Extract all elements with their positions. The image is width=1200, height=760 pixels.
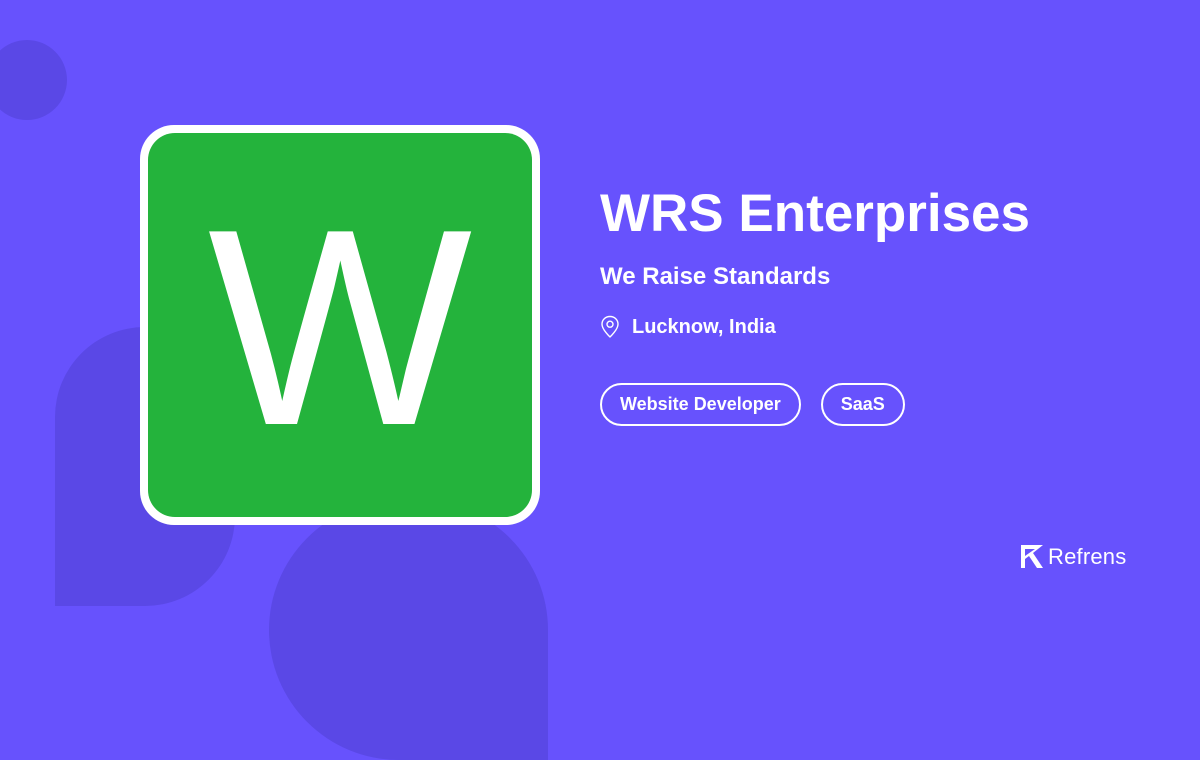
decorative-circle (0, 40, 67, 120)
decorative-blob-shape (269, 500, 548, 760)
brand-name: Refrens (1048, 544, 1127, 569)
location-text: Lucknow, India (632, 316, 776, 338)
refrens-brand[interactable]: Refrens (1020, 544, 1126, 570)
company-logo-letter: W (207, 172, 473, 484)
company-location: Lucknow, India (600, 313, 1160, 341)
company-tagline: We Raise Standards (600, 263, 831, 290)
company-logo: W (148, 133, 532, 517)
refrens-logo-icon (1020, 544, 1044, 570)
tag-website-developer[interactable]: Website Developer (600, 383, 801, 426)
company-name: WRS Enterprises (600, 184, 1031, 243)
tag-saas[interactable]: SaaS (820, 383, 905, 426)
map-pin-icon (600, 315, 620, 339)
company-info: WRS Enterprises We Raise Standards Luckn… (600, 184, 1160, 426)
company-logo-frame: W (140, 125, 540, 525)
category-tags: Website Developer SaaS (600, 383, 1160, 426)
